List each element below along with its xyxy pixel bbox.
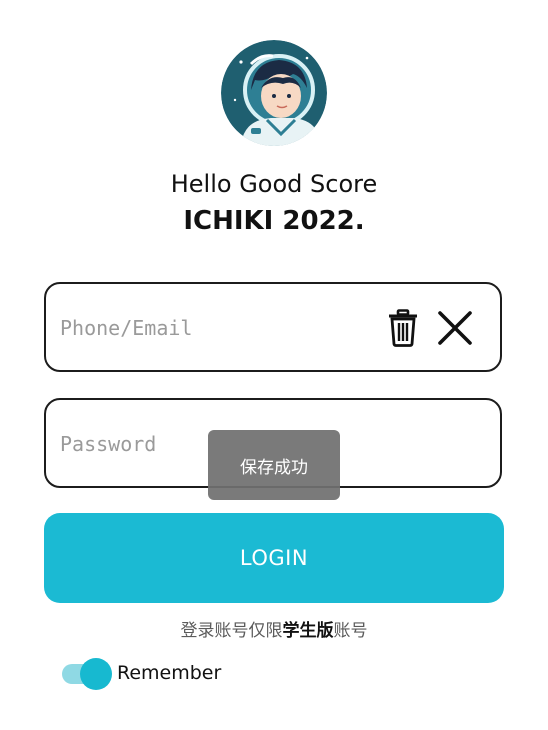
toggle-thumb	[80, 658, 112, 690]
greeting-text: Hello Good Score	[170, 170, 378, 198]
login-button[interactable]: LOGIN	[44, 513, 504, 603]
astronaut-avatar-icon	[221, 40, 327, 146]
brand-title: ICHIKI 2022.	[183, 206, 365, 236]
remember-toggle[interactable]	[62, 658, 112, 690]
phone-email-input[interactable]	[60, 308, 360, 348]
close-icon[interactable]	[434, 307, 476, 349]
account-note-suffix: 账号	[333, 621, 368, 641]
trash-icon[interactable]	[382, 307, 424, 349]
account-note: 登录账号仅限学生版账号	[0, 616, 548, 641]
toast-message: 保存成功	[208, 430, 340, 500]
account-note-emphasis: 学生版	[282, 621, 334, 641]
phone-email-field[interactable]	[44, 282, 502, 372]
avatar	[221, 40, 327, 146]
account-note-prefix: 登录账号仅限	[180, 621, 283, 641]
remember-label: Remember	[117, 662, 222, 684]
